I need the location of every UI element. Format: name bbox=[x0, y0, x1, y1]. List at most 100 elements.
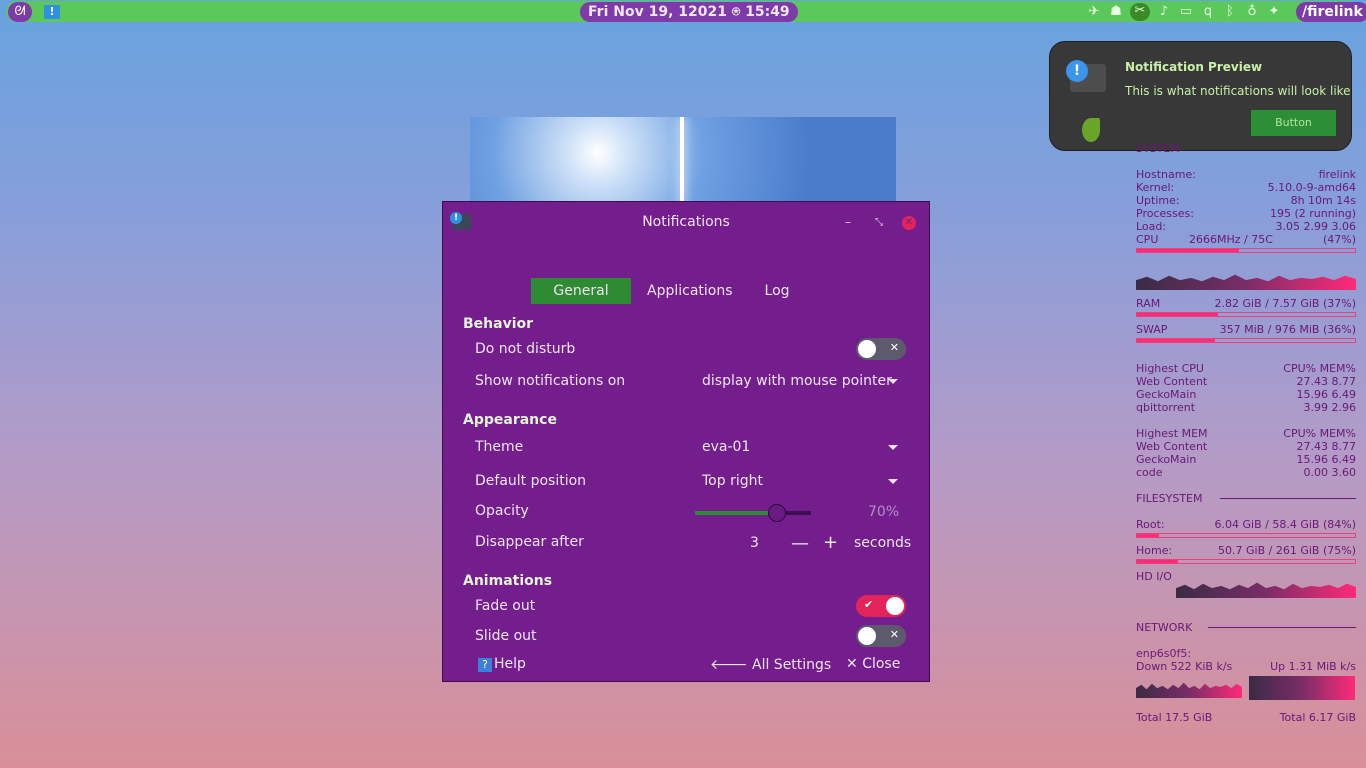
theme-label: Theme bbox=[475, 439, 524, 455]
process-name: code bbox=[1136, 466, 1163, 479]
qbittorrent-icon[interactable]: q bbox=[1200, 4, 1216, 20]
kernel-label: Kernel: bbox=[1136, 181, 1175, 194]
maximize-button[interactable]: ⤡ bbox=[875, 217, 883, 228]
show-on-combo[interactable]: display with mouse pointer bbox=[702, 373, 898, 389]
background-image-window bbox=[470, 117, 896, 207]
panel-clock[interactable]: Fri Nov 19, 12021 ⍟ 15:49 bbox=[580, 2, 798, 22]
dnd-toggle[interactable]: ✕ bbox=[856, 338, 906, 360]
load-label: Load: bbox=[1136, 220, 1167, 233]
preview-body: This is what notifications will look lik… bbox=[1125, 84, 1351, 98]
network-icon[interactable]: ✈ bbox=[1086, 4, 1102, 20]
workspace-label[interactable]: /firelink bbox=[1296, 2, 1366, 22]
processes-label: Processes: bbox=[1136, 207, 1194, 220]
cpu-label: CPU bbox=[1136, 233, 1159, 246]
table-row: Web Content 27.43 8.77 bbox=[1136, 375, 1356, 388]
home-row: Home: 50.7 GiB / 261 GiB (75%) bbox=[1136, 544, 1356, 557]
home-label: Home: bbox=[1136, 544, 1173, 557]
process-name: GeckoMain bbox=[1136, 388, 1197, 401]
appearance-heading: Appearance bbox=[463, 412, 557, 428]
uptime-value: 8h 10m 14s bbox=[1290, 194, 1356, 207]
minimize-button[interactable]: – bbox=[845, 215, 851, 229]
position-combo[interactable]: Top right bbox=[702, 473, 898, 489]
total-up: Total 6.17 GiB bbox=[1279, 711, 1356, 724]
process-name: qbittorrent bbox=[1136, 401, 1196, 414]
off-x-icon: ✕ bbox=[889, 341, 899, 354]
check-icon: ✔ bbox=[864, 598, 874, 611]
total-down: Total 17.5 GiB bbox=[1136, 711, 1213, 724]
chevron-down-icon bbox=[888, 445, 898, 450]
load-value: 3.05 2.99 3.06 bbox=[1275, 220, 1356, 233]
slider-handle[interactable] bbox=[768, 504, 787, 522]
hide-icon[interactable]: ✂ bbox=[1130, 3, 1150, 21]
close-button[interactable]: ✕ Close bbox=[846, 656, 900, 672]
animations-heading: Animations bbox=[463, 573, 553, 589]
up-speed: Up 1.31 MiB k/s bbox=[1270, 660, 1356, 673]
home-bar-fill bbox=[1137, 560, 1179, 563]
decrement-button[interactable]: — bbox=[791, 533, 809, 554]
bluetooth-icon[interactable]: ᛒ bbox=[1222, 4, 1238, 20]
cpu-freq: 2666MHz / 75C bbox=[1189, 233, 1273, 246]
hdio-row: HD I/O bbox=[1136, 570, 1356, 583]
increment-button[interactable]: + bbox=[823, 532, 838, 553]
chevron-down-icon bbox=[888, 379, 898, 384]
theme-combo[interactable]: eva-01 bbox=[702, 439, 898, 455]
off-x-icon: ✕ bbox=[889, 628, 899, 641]
opacity-slider[interactable] bbox=[695, 504, 811, 522]
dialog-title: Notifications bbox=[642, 214, 730, 230]
iface-label: enp6s0f5: bbox=[1136, 647, 1192, 660]
ram-bar-fill bbox=[1137, 313, 1218, 316]
show-on-label: Show notifications on bbox=[475, 373, 626, 389]
preview-button[interactable]: Button bbox=[1251, 110, 1336, 136]
dnd-label: Do not disturb bbox=[475, 341, 576, 357]
high-mem-header: Highest MEM CPU% MEM% bbox=[1136, 427, 1356, 440]
swap-value: 357 MiB / 976 MiB (36%) bbox=[1219, 323, 1356, 336]
swap-label: SWAP bbox=[1136, 323, 1168, 336]
ram-row: RAM 2.82 GiB / 7.57 GiB (37%) bbox=[1136, 297, 1356, 310]
hostname-value: firelink bbox=[1318, 168, 1356, 181]
uptime-row: Uptime: 8h 10m 14s bbox=[1136, 194, 1356, 207]
display-icon[interactable]: ▭ bbox=[1178, 4, 1194, 20]
tab-applications[interactable]: Applications bbox=[631, 278, 749, 304]
wifi-icon[interactable]: ✦ bbox=[1266, 4, 1282, 20]
tab-log[interactable]: Log bbox=[749, 278, 806, 304]
cpu-bar-fill bbox=[1137, 249, 1240, 252]
show-on-value: display with mouse pointer bbox=[702, 373, 892, 389]
help-button[interactable]: ? Help bbox=[478, 656, 526, 672]
system-header: SYSTEM bbox=[1136, 142, 1180, 155]
process-vals: 15.96 6.49 bbox=[1296, 388, 1356, 401]
cpu-pct: (47%) bbox=[1322, 233, 1356, 246]
table-row: code 0.00 3.60 bbox=[1136, 466, 1356, 479]
high-cpu-cols: CPU% MEM% bbox=[1283, 362, 1356, 375]
swap-bar bbox=[1136, 338, 1356, 343]
notification-preview[interactable]: ! Notification Preview This is what noti… bbox=[1049, 41, 1352, 151]
slide-out-toggle[interactable]: ✕ bbox=[856, 625, 906, 647]
table-row: Web Content 27.43 8.77 bbox=[1136, 440, 1356, 453]
ram-label: RAM bbox=[1136, 297, 1161, 310]
root-bar bbox=[1136, 533, 1356, 538]
disappear-value[interactable]: 3 bbox=[750, 535, 759, 551]
toggle-knob bbox=[886, 597, 904, 615]
chevron-down-icon bbox=[888, 479, 898, 484]
light-beam bbox=[680, 117, 684, 207]
process-vals: 3.99 2.96 bbox=[1303, 401, 1356, 414]
behavior-heading: Behavior bbox=[463, 316, 534, 332]
root-label: Root: bbox=[1136, 518, 1165, 531]
volume-icon[interactable]: ♪ bbox=[1156, 4, 1172, 20]
tab-general[interactable]: General bbox=[531, 278, 631, 304]
all-settings-button[interactable]: 🡐 All Settings bbox=[710, 656, 831, 673]
fade-out-toggle[interactable]: ✔ bbox=[856, 595, 906, 617]
ram-value: 2.82 GiB / 7.57 GiB (37%) bbox=[1214, 297, 1356, 310]
process-vals: 15.96 6.49 bbox=[1296, 453, 1356, 466]
bulb-icon[interactable]: ♁ bbox=[1244, 4, 1260, 20]
app-menu-button[interactable]: ᘛ bbox=[8, 2, 32, 22]
cpu-graph bbox=[1136, 274, 1356, 290]
process-name: GeckoMain bbox=[1136, 453, 1197, 466]
process-vals: 27.43 8.77 bbox=[1296, 375, 1356, 388]
net-total-row: Total 17.5 GiB Total 6.17 GiB bbox=[1136, 711, 1356, 724]
processes-value: 195 (2 running) bbox=[1269, 207, 1356, 220]
notification-tray-icon[interactable]: ! bbox=[44, 5, 60, 19]
window-close-button[interactable]: ✕ bbox=[902, 216, 916, 230]
home-bar bbox=[1136, 559, 1356, 564]
toggle-knob bbox=[858, 627, 876, 645]
game-icon[interactable]: ☗ bbox=[1108, 4, 1124, 20]
